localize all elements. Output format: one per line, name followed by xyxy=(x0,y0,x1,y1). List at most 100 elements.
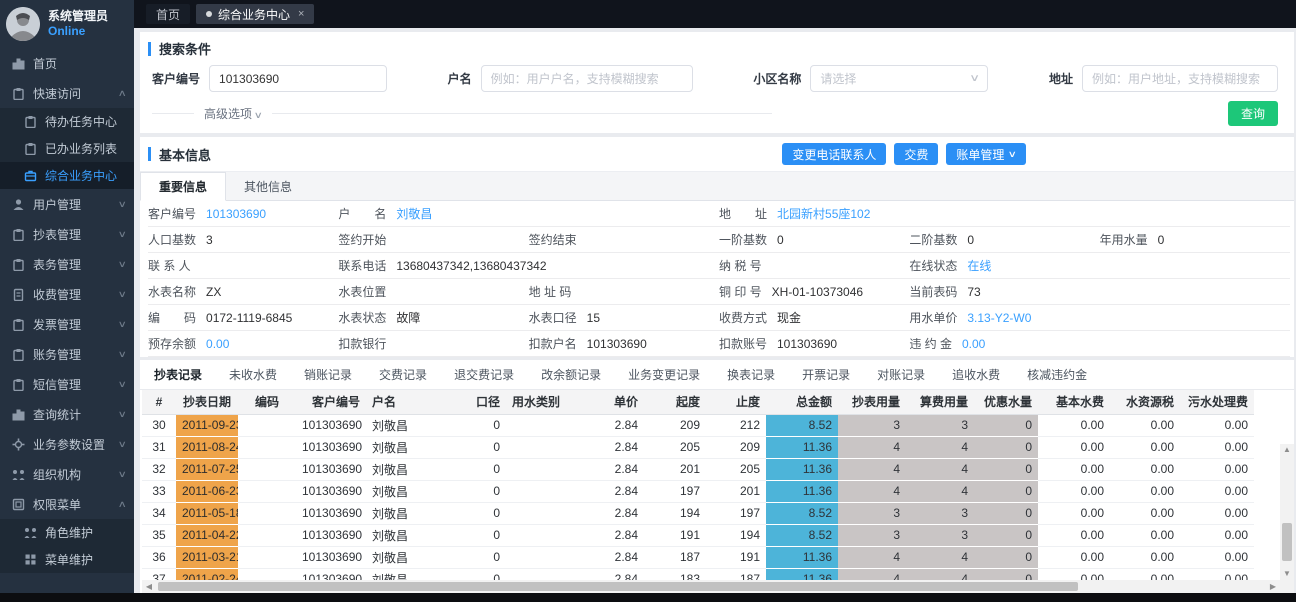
column-header[interactable]: 总金额 xyxy=(766,390,838,414)
info-value[interactable]: 101303690 xyxy=(206,207,266,221)
records-tab[interactable]: 对账记录 xyxy=(877,366,925,383)
sidebar-item-clipboard[interactable]: 抄表管理∨ xyxy=(0,219,134,249)
search-input[interactable]: 101303690 xyxy=(209,65,387,92)
vertical-scrollbar[interactable]: ▲ ▼ xyxy=(1280,444,1294,580)
table-row[interactable]: 362011-03-21101303690刘敬昌02.8418719111.36… xyxy=(142,546,1254,568)
sidebar-item-chart[interactable]: 查询统计∨ xyxy=(0,399,134,429)
chevron-down-icon: ∨ xyxy=(118,439,127,450)
info-value[interactable]: 3.13-Y2-W0 xyxy=(967,311,1031,325)
info-value[interactable]: 在线 xyxy=(967,257,991,274)
sidebar-item-gear[interactable]: 业务参数设置∨ xyxy=(0,429,134,459)
column-header[interactable]: 基本水费 xyxy=(1038,390,1110,414)
sidebar-item-briefcase[interactable]: 综合业务中心 xyxy=(0,162,134,189)
table-cell: 0.00 xyxy=(1110,524,1180,546)
records-tab[interactable]: 改余额记录 xyxy=(541,366,601,383)
advanced-options-toggle[interactable]: 高级选项 ∨ xyxy=(204,105,262,122)
info-label: 地 址 码 xyxy=(529,283,572,300)
horizontal-scroll-thumb[interactable] xyxy=(158,582,1078,591)
sidebar-item-menu[interactable]: 权限菜单∧ xyxy=(0,489,134,519)
table-cell: 191 xyxy=(706,546,766,568)
search-button[interactable]: 查询 xyxy=(1228,101,1278,126)
sidebar-item-user[interactable]: 用户管理∨ xyxy=(0,189,134,219)
column-header[interactable]: 起度 xyxy=(644,390,706,414)
horizontal-scrollbar[interactable]: ◀ ▶ xyxy=(142,580,1280,593)
action-button[interactable]: 变更电话联系人 xyxy=(782,143,886,165)
column-header[interactable]: 抄表用量 xyxy=(838,390,906,414)
avatar xyxy=(6,7,40,41)
records-tab[interactable]: 交费记录 xyxy=(379,366,427,383)
column-header[interactable]: 水资源税 xyxy=(1110,390,1180,414)
info-value[interactable]: 0.00 xyxy=(962,337,985,351)
sidebar-item-grid[interactable]: 菜单维护 xyxy=(0,546,134,573)
sidebar-item-clipboard[interactable]: 待办任务中心 xyxy=(0,108,134,135)
table-cell: 0.00 xyxy=(1180,502,1254,524)
table-row[interactable]: 352011-04-22101303690刘敬昌02.841911948.523… xyxy=(142,524,1254,546)
table-row[interactable]: 322011-07-25101303690刘敬昌02.8420120511.36… xyxy=(142,458,1254,480)
sidebar-item-clipboard[interactable]: 发票管理∨ xyxy=(0,309,134,339)
info-value[interactable]: 刘敬昌 xyxy=(396,205,432,222)
info-value[interactable]: 北园新村55座102 xyxy=(777,205,870,222)
search-input[interactable]: 例如：用户户名，支持模糊搜索 xyxy=(481,65,693,92)
info-cell: 编 码0172-1119-6845 xyxy=(148,305,338,330)
scroll-down-arrow[interactable]: ▼ xyxy=(1280,568,1294,580)
records-tab[interactable]: 未收水费 xyxy=(229,366,277,383)
user-profile[interactable]: 系统管理员 Online xyxy=(0,0,134,48)
column-header[interactable]: 污水处理费 xyxy=(1180,390,1254,414)
table-row[interactable]: 302011-09-23101303690刘敬昌02.842092128.523… xyxy=(142,414,1254,436)
table-row[interactable]: 312011-08-24101303690刘敬昌02.8420520911.36… xyxy=(142,436,1254,458)
sidebar-item-org[interactable]: 组织机构∨ xyxy=(0,459,134,489)
column-header[interactable]: # xyxy=(142,390,176,414)
column-header[interactable]: 止度 xyxy=(706,390,766,414)
table-cell: 0.00 xyxy=(1180,414,1254,436)
sidebar-item-clipboard[interactable]: 短信管理∨ xyxy=(0,369,134,399)
community-select[interactable]: 请选择∨ xyxy=(810,65,988,92)
column-header[interactable]: 客户编号 xyxy=(296,390,366,414)
column-header[interactable]: 户名 xyxy=(366,390,454,414)
topbar-tab[interactable]: 综合业务中心× xyxy=(196,4,314,24)
records-tab[interactable]: 追收水费 xyxy=(952,366,1000,383)
records-tab[interactable]: 核减违约金 xyxy=(1027,366,1087,383)
scroll-up-arrow[interactable]: ▲ xyxy=(1280,444,1294,456)
records-tab[interactable]: 换表记录 xyxy=(727,366,775,383)
column-header[interactable]: 口径 xyxy=(454,390,506,414)
table-row[interactable]: 342011-05-18101303690刘敬昌02.841941978.523… xyxy=(142,502,1254,524)
field-value: 请选择 xyxy=(820,70,856,87)
records-tab[interactable]: 退交费记录 xyxy=(454,366,514,383)
sidebar-item-org[interactable]: 角色维护 xyxy=(0,519,134,546)
action-button[interactable]: 交费 xyxy=(894,143,938,165)
sidebar-item-document[interactable]: 收费管理∨ xyxy=(0,279,134,309)
scroll-right-arrow[interactable]: ▶ xyxy=(1266,580,1280,593)
column-header[interactable]: 算费用量 xyxy=(906,390,974,414)
sidebar-item-clipboard[interactable]: 快速访问∧ xyxy=(0,78,134,108)
info-tab[interactable]: 其他信息 xyxy=(226,172,310,200)
table-cell: 0 xyxy=(454,524,506,546)
action-button[interactable]: 账单管理∨ xyxy=(946,143,1026,165)
scroll-left-arrow[interactable]: ◀ xyxy=(142,580,156,593)
table-cell: 35 xyxy=(142,524,176,546)
info-value[interactable]: 0.00 xyxy=(206,337,229,351)
column-header[interactable]: 用水类别 xyxy=(506,390,578,414)
records-tab[interactable]: 业务变更记录 xyxy=(628,366,700,383)
info-row: 预存余额0.00扣款银行扣款户名101303690扣款账号101303690违 … xyxy=(148,331,1290,357)
column-header[interactable]: 抄表日期 xyxy=(176,390,238,414)
records-tab[interactable]: 销账记录 xyxy=(304,366,352,383)
vertical-scroll-thumb[interactable] xyxy=(1282,523,1292,561)
column-header[interactable]: 编码 xyxy=(238,390,296,414)
sidebar-item-clipboard[interactable]: 已办业务列表 xyxy=(0,135,134,162)
records-tab[interactable]: 开票记录 xyxy=(802,366,850,383)
info-label: 预存余额 xyxy=(148,335,196,352)
search-input[interactable]: 例如：用户地址，支持模糊搜索 xyxy=(1082,65,1278,92)
sidebar-item-clipboard[interactable]: 表务管理∨ xyxy=(0,249,134,279)
column-header[interactable]: 单价 xyxy=(578,390,644,414)
records-table-zone: #抄表日期编码客户编号户名口径用水类别单价起度止度总金额抄表用量算费用量优惠水量… xyxy=(140,390,1294,593)
table-row[interactable]: 332011-06-23101303690刘敬昌02.8419720111.36… xyxy=(142,480,1254,502)
column-header[interactable]: 优惠水量 xyxy=(974,390,1038,414)
records-tab[interactable]: 抄表记录 xyxy=(154,366,202,383)
info-row: 客户编号101303690户 名刘敬昌地 址北园新村55座102 xyxy=(148,201,1290,227)
info-label: 签约开始 xyxy=(338,231,386,248)
sidebar-item-chart[interactable]: 首页 xyxy=(0,48,134,78)
sidebar-item-clipboard[interactable]: 账务管理∨ xyxy=(0,339,134,369)
tab-close-icon[interactable]: × xyxy=(298,8,304,20)
topbar-tab[interactable]: 首页 xyxy=(146,4,190,24)
info-tab[interactable]: 重要信息 xyxy=(140,172,226,201)
